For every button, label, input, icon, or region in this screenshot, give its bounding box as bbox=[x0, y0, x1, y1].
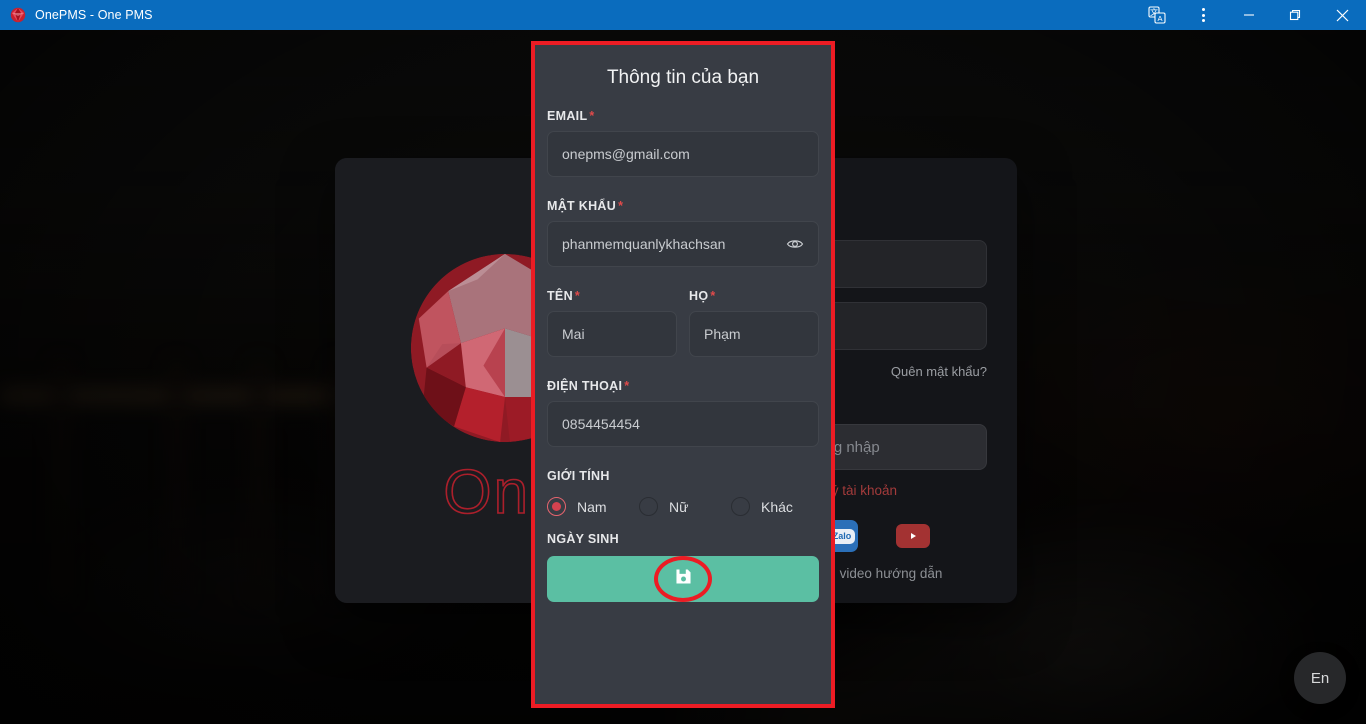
first-name-group: TÊN * Mai bbox=[547, 289, 677, 357]
first-name-required-mark: * bbox=[574, 289, 581, 303]
email-label: EMAIL * bbox=[547, 109, 819, 123]
phone-required-mark: * bbox=[624, 379, 630, 393]
gender-option-khac-label: Khác bbox=[761, 498, 793, 515]
phone-label-text: ĐIỆN THOẠI bbox=[547, 379, 623, 393]
first-name-label-text: TÊN bbox=[547, 289, 573, 303]
window-title: OnePMS - One PMS bbox=[35, 8, 153, 22]
window-title-bar: OnePMS - One PMS 文 A bbox=[0, 0, 1366, 30]
email-input[interactable]: onepms@gmail.com bbox=[547, 131, 819, 177]
phone-input[interactable]: 0854454454 bbox=[547, 401, 819, 447]
svg-text:A: A bbox=[1157, 14, 1162, 23]
gender-option-nu-label: Nữ bbox=[669, 498, 689, 515]
save-icon bbox=[674, 567, 693, 591]
radio-selected-icon bbox=[547, 497, 566, 516]
language-button[interactable]: En bbox=[1294, 652, 1346, 704]
email-required-mark: * bbox=[589, 109, 595, 123]
password-input[interactable]: phanmemquanlykhachsan bbox=[547, 221, 819, 267]
app-gem-icon bbox=[10, 7, 26, 23]
eye-icon[interactable] bbox=[786, 235, 804, 253]
modal-title: Thông tin của bạn bbox=[606, 67, 760, 88]
password-label-text: MẬT KHẨU bbox=[547, 199, 617, 213]
radio-unselected-icon bbox=[731, 497, 750, 516]
youtube-icon[interactable] bbox=[896, 524, 930, 548]
last-name-value: Phạm bbox=[704, 326, 741, 342]
first-name-value: Mai bbox=[562, 326, 585, 342]
gender-option-nu[interactable]: Nữ bbox=[639, 497, 731, 516]
first-name-label: TÊN * bbox=[547, 289, 677, 303]
zalo-label: Zalo bbox=[828, 528, 856, 544]
last-name-group: HỌ * Phạm bbox=[689, 289, 819, 357]
gender-option-khac[interactable]: Khác bbox=[731, 497, 793, 516]
email-label-text: EMAIL bbox=[547, 109, 588, 123]
save-button[interactable] bbox=[547, 556, 819, 602]
user-info-modal: Thông tin của bạn EMAIL * onepms@gmail.co… bbox=[535, 45, 831, 704]
gender-radio-group: Nam Nữ Khác bbox=[547, 497, 819, 516]
gender-option-nam-label: Nam bbox=[577, 498, 607, 515]
close-icon[interactable] bbox=[1318, 0, 1366, 30]
birthday-label: NGÀY SINH bbox=[547, 532, 619, 546]
menu-dots bbox=[1201, 8, 1205, 22]
last-name-label: HỌ * bbox=[689, 289, 819, 303]
email-value: onepms@gmail.com bbox=[562, 146, 690, 162]
first-name-input[interactable]: Mai bbox=[547, 311, 677, 357]
phone-label: ĐIỆN THOẠI * bbox=[547, 379, 819, 393]
name-row: TÊN * Mai HỌ * Phạm bbox=[547, 289, 819, 357]
password-required-mark: * bbox=[618, 199, 624, 213]
password-value: phanmemquanlykhachsan bbox=[562, 236, 726, 252]
last-name-input[interactable]: Phạm bbox=[689, 311, 819, 357]
restore-icon[interactable] bbox=[1272, 0, 1318, 30]
last-name-label-text: HỌ bbox=[689, 289, 709, 303]
translate-icon[interactable]: 文 A bbox=[1134, 0, 1180, 30]
radio-unselected-icon bbox=[639, 497, 658, 516]
minimize-icon[interactable] bbox=[1226, 0, 1272, 30]
more-vertical-icon[interactable] bbox=[1180, 0, 1226, 30]
gender-option-nam[interactable]: Nam bbox=[547, 497, 639, 516]
last-name-required-mark: * bbox=[710, 289, 716, 303]
gender-label: GIỚI TÍNH bbox=[547, 469, 610, 483]
phone-value: 0854454454 bbox=[562, 416, 640, 432]
password-label: MẬT KHẨU * bbox=[547, 199, 819, 213]
